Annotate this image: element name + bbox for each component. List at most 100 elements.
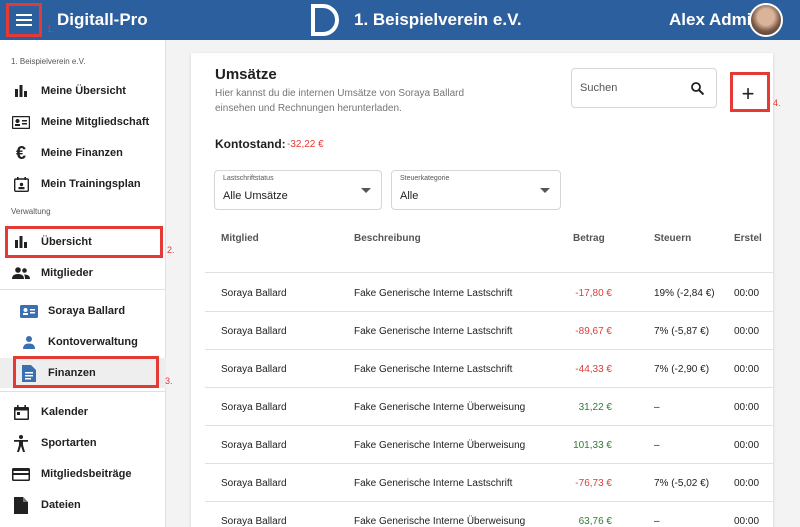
cell-created: 00:00 (734, 440, 760, 451)
document-icon (20, 364, 38, 382)
column-header-member[interactable]: Mitglied (221, 233, 259, 244)
cell-description: Fake Generische Interne Lastschrift (354, 288, 513, 299)
cell-amount: 31,22 € (578, 402, 612, 413)
sidebar-item-meine-finanzen[interactable]: € Meine Finanzen (0, 138, 166, 168)
column-header-amount[interactable]: Betrag (573, 233, 605, 244)
cell-created: 00:00 (734, 364, 760, 375)
cell-tax: – (654, 516, 660, 527)
sidebar-item-label: Mitglieder (41, 267, 93, 279)
select-value: Alle Umsätze (223, 190, 288, 202)
sidebar-item-meine-mitgliedschaft[interactable]: Meine Mitgliedschaft (0, 107, 166, 137)
sidebar-item-label: Mein Trainingsplan (41, 178, 141, 190)
cell-description: Fake Generische Interne Überweisung (354, 402, 526, 413)
menu-icon (16, 14, 32, 26)
cell-member: Soraya Ballard (221, 402, 287, 413)
annotation-label-2: 2. (167, 245, 175, 255)
table-row[interactable]: Soraya Ballard Fake Generische Interne La… (205, 312, 773, 350)
cell-created: 00:00 (734, 326, 760, 337)
annotation-label-1: 1. (47, 24, 55, 34)
cell-tax: – (654, 440, 660, 451)
calendar-person-icon (12, 175, 30, 193)
avatar[interactable] (749, 3, 783, 37)
top-app-bar: Digitall-Pro 1. Beispielverein e.V. Alex… (0, 0, 800, 40)
sidebar-divider (0, 289, 166, 290)
sidebar-item-label: Kalender (41, 406, 89, 418)
euro-icon: € (15, 142, 26, 163)
search-field[interactable] (571, 68, 717, 108)
calendar-icon (12, 403, 30, 421)
sidebar-item-sportarten[interactable]: Sportarten (0, 428, 166, 458)
add-transaction-button[interactable]: + (734, 80, 762, 108)
sidebar: 1. Beispielverein e.V. Meine Übersicht M… (0, 40, 166, 527)
table-row[interactable]: Soraya Ballard Fake Generische Interne Üb… (205, 502, 773, 527)
page-description: Hier kannst du die internen Umsätze von … (215, 88, 465, 114)
sidebar-item-soraya-ballard[interactable]: Soraya Ballard (0, 296, 166, 326)
cell-amount: -89,67 € (575, 326, 612, 337)
sidebar-item-label: Mitgliedsbeiträge (41, 468, 132, 480)
cell-created: 00:00 (734, 516, 760, 527)
cell-description: Fake Generische Interne Überweisung (354, 440, 526, 451)
app-title: Digitall-Pro (57, 10, 148, 29)
cell-created: 00:00 (734, 288, 760, 299)
cell-amount: 101,33 € (573, 440, 612, 451)
cell-tax: 7% (-5,02 €) (654, 478, 710, 489)
sidebar-item-label: Finanzen (48, 367, 96, 379)
cell-created: 00:00 (734, 402, 760, 413)
search-icon[interactable] (691, 82, 704, 95)
menu-button[interactable] (8, 6, 40, 34)
file-icon (12, 496, 30, 514)
sport-icon (12, 434, 30, 452)
cell-amount: -17,80 € (575, 288, 612, 299)
sidebar-item-dateien[interactable]: Dateien (0, 490, 166, 520)
bar-chart-icon (12, 82, 30, 100)
cell-description: Fake Generische Interne Lastschrift (354, 364, 513, 375)
search-input[interactable] (572, 69, 690, 107)
sidebar-divider (0, 391, 166, 392)
cell-created: 00:00 (734, 478, 760, 489)
page-title: Umsätze (215, 66, 277, 83)
cell-description: Fake Generische Interne Überweisung (354, 516, 526, 527)
sidebar-item-label: Sportarten (41, 437, 97, 449)
contact-card-icon (20, 302, 38, 320)
table-row[interactable]: Soraya Ballard Fake Generische Interne Üb… (205, 388, 773, 426)
sidebar-item-kontoverwaltung[interactable]: Kontoverwaltung (0, 327, 166, 357)
sidebar-item-mitgliedsbeitraege[interactable]: Mitgliedsbeiträge (0, 459, 166, 489)
cell-member: Soraya Ballard (221, 516, 287, 527)
sidebar-item-label: Meine Mitgliedschaft (41, 116, 150, 128)
table-row[interactable]: Soraya Ballard Fake Generische Interne La… (205, 464, 773, 502)
cell-tax: – (654, 402, 660, 413)
table-row[interactable]: Soraya Ballard Fake Generische Interne Üb… (205, 426, 773, 464)
annotation-label-3: 3. (165, 376, 173, 386)
tax-category-select[interactable]: Steuerkategorie Alle (391, 170, 561, 210)
sidebar-item-finanzen[interactable]: Finanzen (0, 358, 166, 388)
sidebar-item-mitglieder[interactable]: Mitglieder (0, 258, 166, 288)
person-icon (20, 333, 38, 351)
sidebar-item-label: Meine Übersicht (41, 85, 126, 97)
sidebar-item-kalender[interactable]: Kalender (0, 397, 166, 427)
sidebar-item-mein-trainingsplan[interactable]: Mein Trainingsplan (0, 169, 166, 199)
cell-member: Soraya Ballard (221, 326, 287, 337)
table-header-divider (205, 272, 773, 273)
user-name[interactable]: Alex Admin (669, 10, 762, 30)
column-header-created[interactable]: Erstel (734, 233, 762, 244)
sidebar-item-meine-uebersicht[interactable]: Meine Übersicht (0, 76, 166, 106)
column-header-description[interactable]: Beschreibung (354, 233, 421, 244)
table-row[interactable]: Soraya Ballard Fake Generische Interne La… (205, 274, 773, 312)
sidebar-item-label: Übersicht (41, 236, 92, 248)
club-logo-icon[interactable] (305, 2, 341, 38)
annotation-label-4: 4. (773, 98, 781, 108)
table-row[interactable]: Soraya Ballard Fake Generische Interne La… (205, 350, 773, 388)
debit-status-select[interactable]: Lastschriftstatus Alle Umsätze (214, 170, 382, 210)
column-header-tax[interactable]: Steuern (654, 233, 691, 244)
club-name[interactable]: 1. Beispielverein e.V. (354, 10, 522, 30)
sidebar-item-label: Kontoverwaltung (48, 336, 138, 348)
cell-tax: 19% (-2,84 €) (654, 288, 715, 299)
select-value: Alle (400, 190, 419, 202)
people-icon (12, 264, 30, 282)
credit-card-icon (12, 465, 30, 483)
cell-amount: -76,73 € (575, 478, 612, 489)
sidebar-item-uebersicht[interactable]: Übersicht (0, 227, 166, 257)
cell-amount: -44,33 € (575, 364, 612, 375)
cell-member: Soraya Ballard (221, 440, 287, 451)
chevron-down-icon (540, 188, 550, 193)
